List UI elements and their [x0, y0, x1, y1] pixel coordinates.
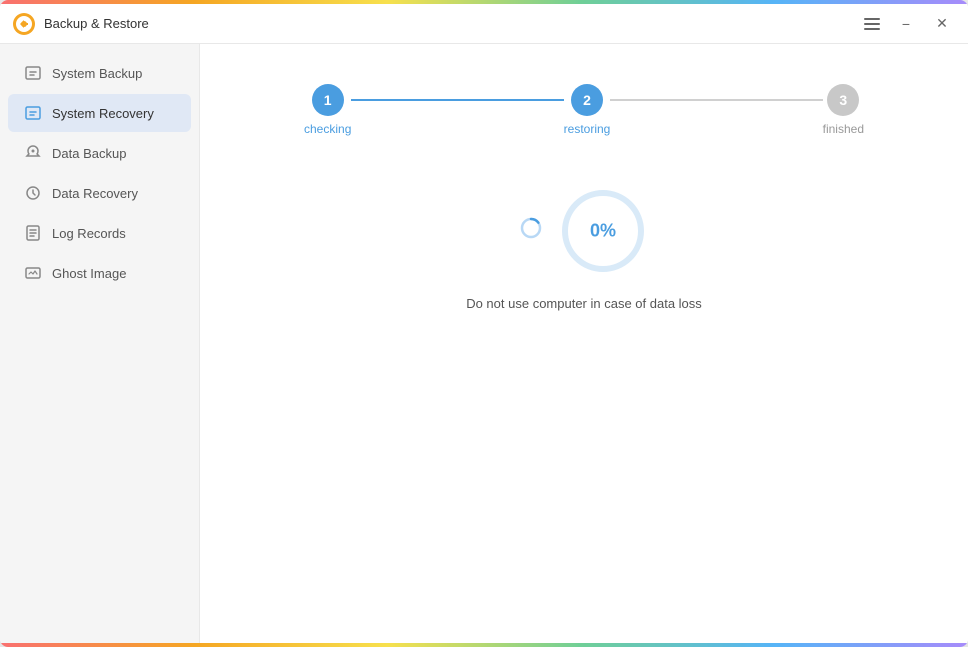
- app-icon: [12, 12, 36, 36]
- steps-container: 1 checking 2 restoring: [304, 84, 864, 136]
- gradient-bottom-bar: [0, 643, 968, 647]
- sidebar: System Backup System Recovery: [0, 44, 200, 643]
- sidebar-item-system-backup[interactable]: System Backup: [8, 54, 191, 92]
- sidebar-label-system-recovery: System Recovery: [52, 106, 154, 121]
- close-button[interactable]: ✕: [928, 10, 956, 38]
- step-1-label: checking: [304, 122, 351, 136]
- step-1: 1 checking: [304, 84, 351, 136]
- progress-area: 0% Do not use computer in case of data l…: [466, 186, 702, 311]
- progress-row: 0%: [520, 186, 648, 276]
- menu-button[interactable]: [860, 14, 884, 34]
- step-3-circle: 3: [827, 84, 859, 116]
- sidebar-item-system-recovery[interactable]: System Recovery: [8, 94, 191, 132]
- sidebar-item-data-backup[interactable]: Data Backup: [8, 134, 191, 172]
- sidebar-label-system-backup: System Backup: [52, 66, 142, 81]
- content-area: 1 checking 2 restoring: [200, 44, 968, 643]
- minimize-button[interactable]: −: [892, 10, 920, 38]
- progress-circle: 0%: [558, 186, 648, 276]
- app-title: Backup & Restore: [44, 16, 149, 31]
- app-window: Backup & Restore − ✕ Sys: [0, 0, 968, 647]
- ghost-image-icon: [24, 264, 42, 282]
- progress-message: Do not use computer in case of data loss: [466, 296, 702, 311]
- titlebar: Backup & Restore − ✕: [0, 4, 968, 44]
- titlebar-left: Backup & Restore: [12, 12, 149, 36]
- sidebar-label-log-records: Log Records: [52, 226, 126, 241]
- sidebar-item-ghost-image[interactable]: Ghost Image: [8, 254, 191, 292]
- sidebar-item-data-recovery[interactable]: Data Recovery: [8, 174, 191, 212]
- main-layout: System Backup System Recovery: [0, 44, 968, 643]
- step-1-circle: 1: [312, 84, 344, 116]
- step-2-label: restoring: [564, 122, 611, 136]
- menu-line-2: [864, 23, 880, 25]
- data-backup-icon: [24, 144, 42, 162]
- step-2: 2 restoring: [564, 84, 611, 136]
- data-recovery-icon: [24, 184, 42, 202]
- step-3: 3 finished: [823, 84, 864, 136]
- sidebar-item-log-records[interactable]: Log Records: [8, 214, 191, 252]
- sidebar-label-data-recovery: Data Recovery: [52, 186, 138, 201]
- step-2-circle: 2: [571, 84, 603, 116]
- menu-line-1: [864, 18, 880, 20]
- sidebar-label-data-backup: Data Backup: [52, 146, 126, 161]
- sidebar-label-ghost-image: Ghost Image: [52, 266, 126, 281]
- step-line-1: [351, 99, 563, 101]
- system-backup-icon: [24, 64, 42, 82]
- log-records-icon: [24, 224, 42, 242]
- progress-percentage: 0%: [590, 221, 616, 242]
- step-3-label: finished: [823, 122, 864, 136]
- titlebar-controls: − ✕: [860, 10, 956, 38]
- system-recovery-icon: [24, 104, 42, 122]
- spinner-icon: [520, 217, 542, 245]
- step-line-2: [610, 99, 822, 101]
- menu-line-3: [864, 28, 880, 30]
